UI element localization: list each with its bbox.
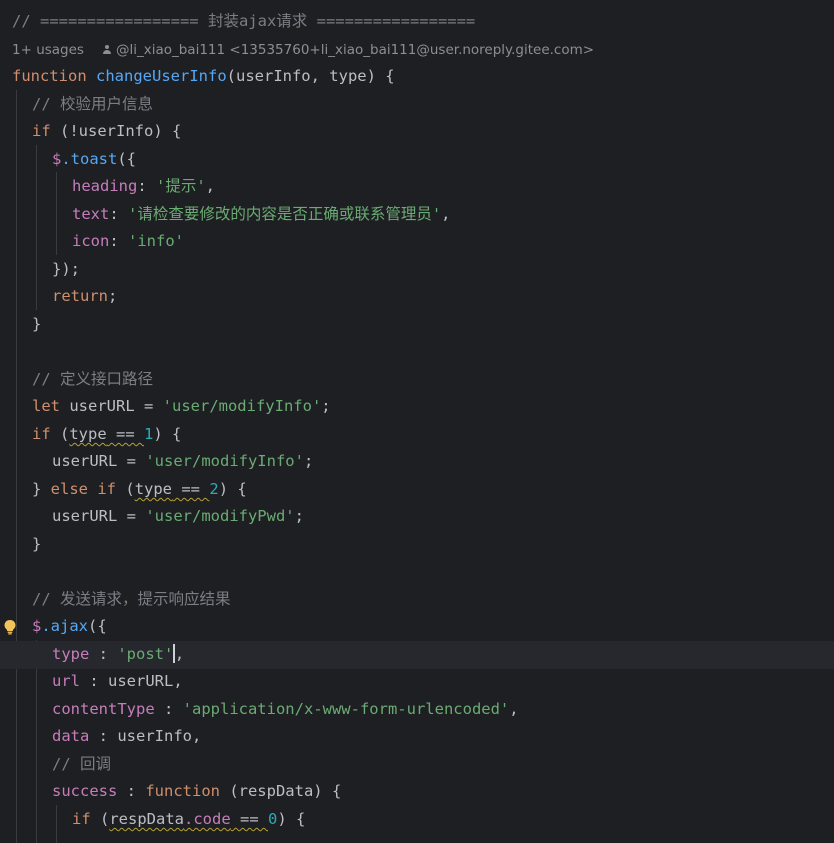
- code-editor[interactable]: // ================= 封装ajax请求 ==========…: [0, 0, 834, 843]
- keyword-function: function: [12, 67, 87, 85]
- inlay-hints-line: 1+ usages @li_xiao_bai111 <13535760+li_xi…: [0, 37, 834, 65]
- keyword-if: if: [97, 480, 117, 498]
- code-line: icon: 'info': [72, 232, 184, 250]
- post-value: 'post': [117, 645, 174, 663]
- code-line: });: [0, 256, 834, 284]
- number-0: 0: [268, 810, 278, 828]
- inlay-hints: 1+ usages @li_xiao_bai111 <13535760+li_xi…: [12, 37, 594, 65]
- code-line: heading: '提示',: [72, 177, 216, 195]
- success-key: success: [52, 782, 118, 800]
- url-modify-pwd: 'user/modifyPwd': [145, 507, 295, 525]
- jquery-dollar: $: [32, 617, 42, 635]
- author-icon: [102, 45, 112, 55]
- icon-value: 'info': [128, 232, 184, 250]
- url-modify-info: 'user/modifyInfo': [162, 397, 322, 415]
- keyword-return: return: [52, 287, 108, 305]
- code-line: // 回调: [0, 751, 834, 779]
- author-hint[interactable]: @li_xiao_bai111 <13535760+li_xiao_bai111…: [116, 42, 594, 58]
- keyword-if: if: [32, 122, 51, 140]
- code-line: if (respData.code == 0) {: [72, 810, 306, 828]
- text-key: text: [72, 205, 110, 223]
- intention-bulb-icon[interactable]: [3, 619, 17, 635]
- icon-key: icon: [72, 232, 110, 250]
- code-line: // 校验用户信息: [0, 91, 834, 119]
- heading-key: heading: [72, 177, 138, 195]
- keyword-if: if: [72, 810, 91, 828]
- code-line: if (!userInfo) {: [0, 118, 834, 146]
- comment-validate: // 校验用户信息: [32, 95, 153, 113]
- comment-send: // 发送请求，提示响应结果: [32, 590, 231, 608]
- code-line: if (type == 1) {: [32, 425, 182, 443]
- text-value: '请检查要修改的内容是否正确或联系管理员': [128, 205, 442, 223]
- url-value: userURL,: [108, 672, 183, 690]
- code-line: userURL = 'user/modifyInfo';: [52, 452, 314, 470]
- keyword-function: function: [145, 782, 220, 800]
- url-key: url: [52, 672, 80, 690]
- code-line: $.ajax({: [0, 613, 834, 641]
- number-1: 1: [144, 425, 154, 443]
- comment-define-url: // 定义接口路径: [32, 370, 153, 388]
- ajax-call[interactable]: .ajax: [41, 617, 88, 635]
- content-type-value: 'application/x-www-form-urlencoded': [182, 700, 510, 718]
- toast-close: });: [52, 260, 80, 278]
- function-signature: (userInfo, type) {: [226, 67, 395, 85]
- code-line: contentType : 'application/x-www-form-ur…: [52, 700, 519, 718]
- content-type-key: contentType: [52, 700, 155, 718]
- comment-callback: // 回调: [52, 755, 111, 773]
- type-key: type: [52, 645, 90, 663]
- resp-data-var[interactable]: respData: [109, 810, 184, 828]
- code-line: text: '请检查要修改的内容是否正确或联系管理员',: [72, 205, 451, 223]
- code-line: data : userInfo,: [52, 727, 202, 745]
- type-var[interactable]: type: [69, 425, 106, 443]
- keyword-if: if: [32, 425, 51, 443]
- data-key: data: [52, 727, 90, 745]
- toast-call[interactable]: .toast: [61, 150, 117, 168]
- data-value: userInfo,: [117, 727, 202, 745]
- code-line: let userURL = 'user/modifyInfo';: [32, 397, 331, 415]
- close-brace: }: [32, 535, 42, 553]
- code-line: }: [0, 311, 834, 339]
- number-2: 2: [209, 480, 219, 498]
- code-line: // ================= 封装ajax请求 ==========…: [0, 8, 834, 36]
- header-comment: // ================= 封装ajax请求 ==========…: [12, 12, 476, 30]
- code-line: }: [0, 531, 834, 559]
- code-line: // 定义接口路径: [0, 366, 834, 394]
- code-line: $.toast({: [0, 146, 834, 174]
- url-modify-info: 'user/modifyInfo': [145, 452, 304, 470]
- code-line: userURL = 'user/modifyPwd';: [52, 507, 304, 525]
- code-line: success : function (respData) {: [52, 782, 342, 800]
- keyword-let: let: [32, 397, 60, 415]
- close-brace: }: [32, 315, 42, 333]
- toast-open: ({: [117, 150, 137, 168]
- jquery-dollar: $: [52, 150, 62, 168]
- code-line: return;: [52, 287, 118, 305]
- type-var[interactable]: type: [135, 480, 172, 498]
- code-line: } else if (type == 2) {: [32, 480, 247, 498]
- usages-hint[interactable]: 1+ usages: [12, 42, 84, 58]
- code-line: url : userURL,: [52, 672, 183, 690]
- code-line: function changeUserInfo(userInfo, type) …: [0, 63, 834, 91]
- function-name[interactable]: changeUserInfo: [96, 67, 227, 85]
- heading-value: '提示': [156, 177, 206, 195]
- keyword-else: else: [50, 480, 88, 498]
- if-condition: (!userInfo) {: [50, 122, 182, 140]
- code-field: .code: [184, 810, 231, 828]
- code-line: // 发送请求，提示响应结果: [0, 586, 834, 614]
- current-line[interactable]: type : 'post',: [0, 641, 834, 669]
